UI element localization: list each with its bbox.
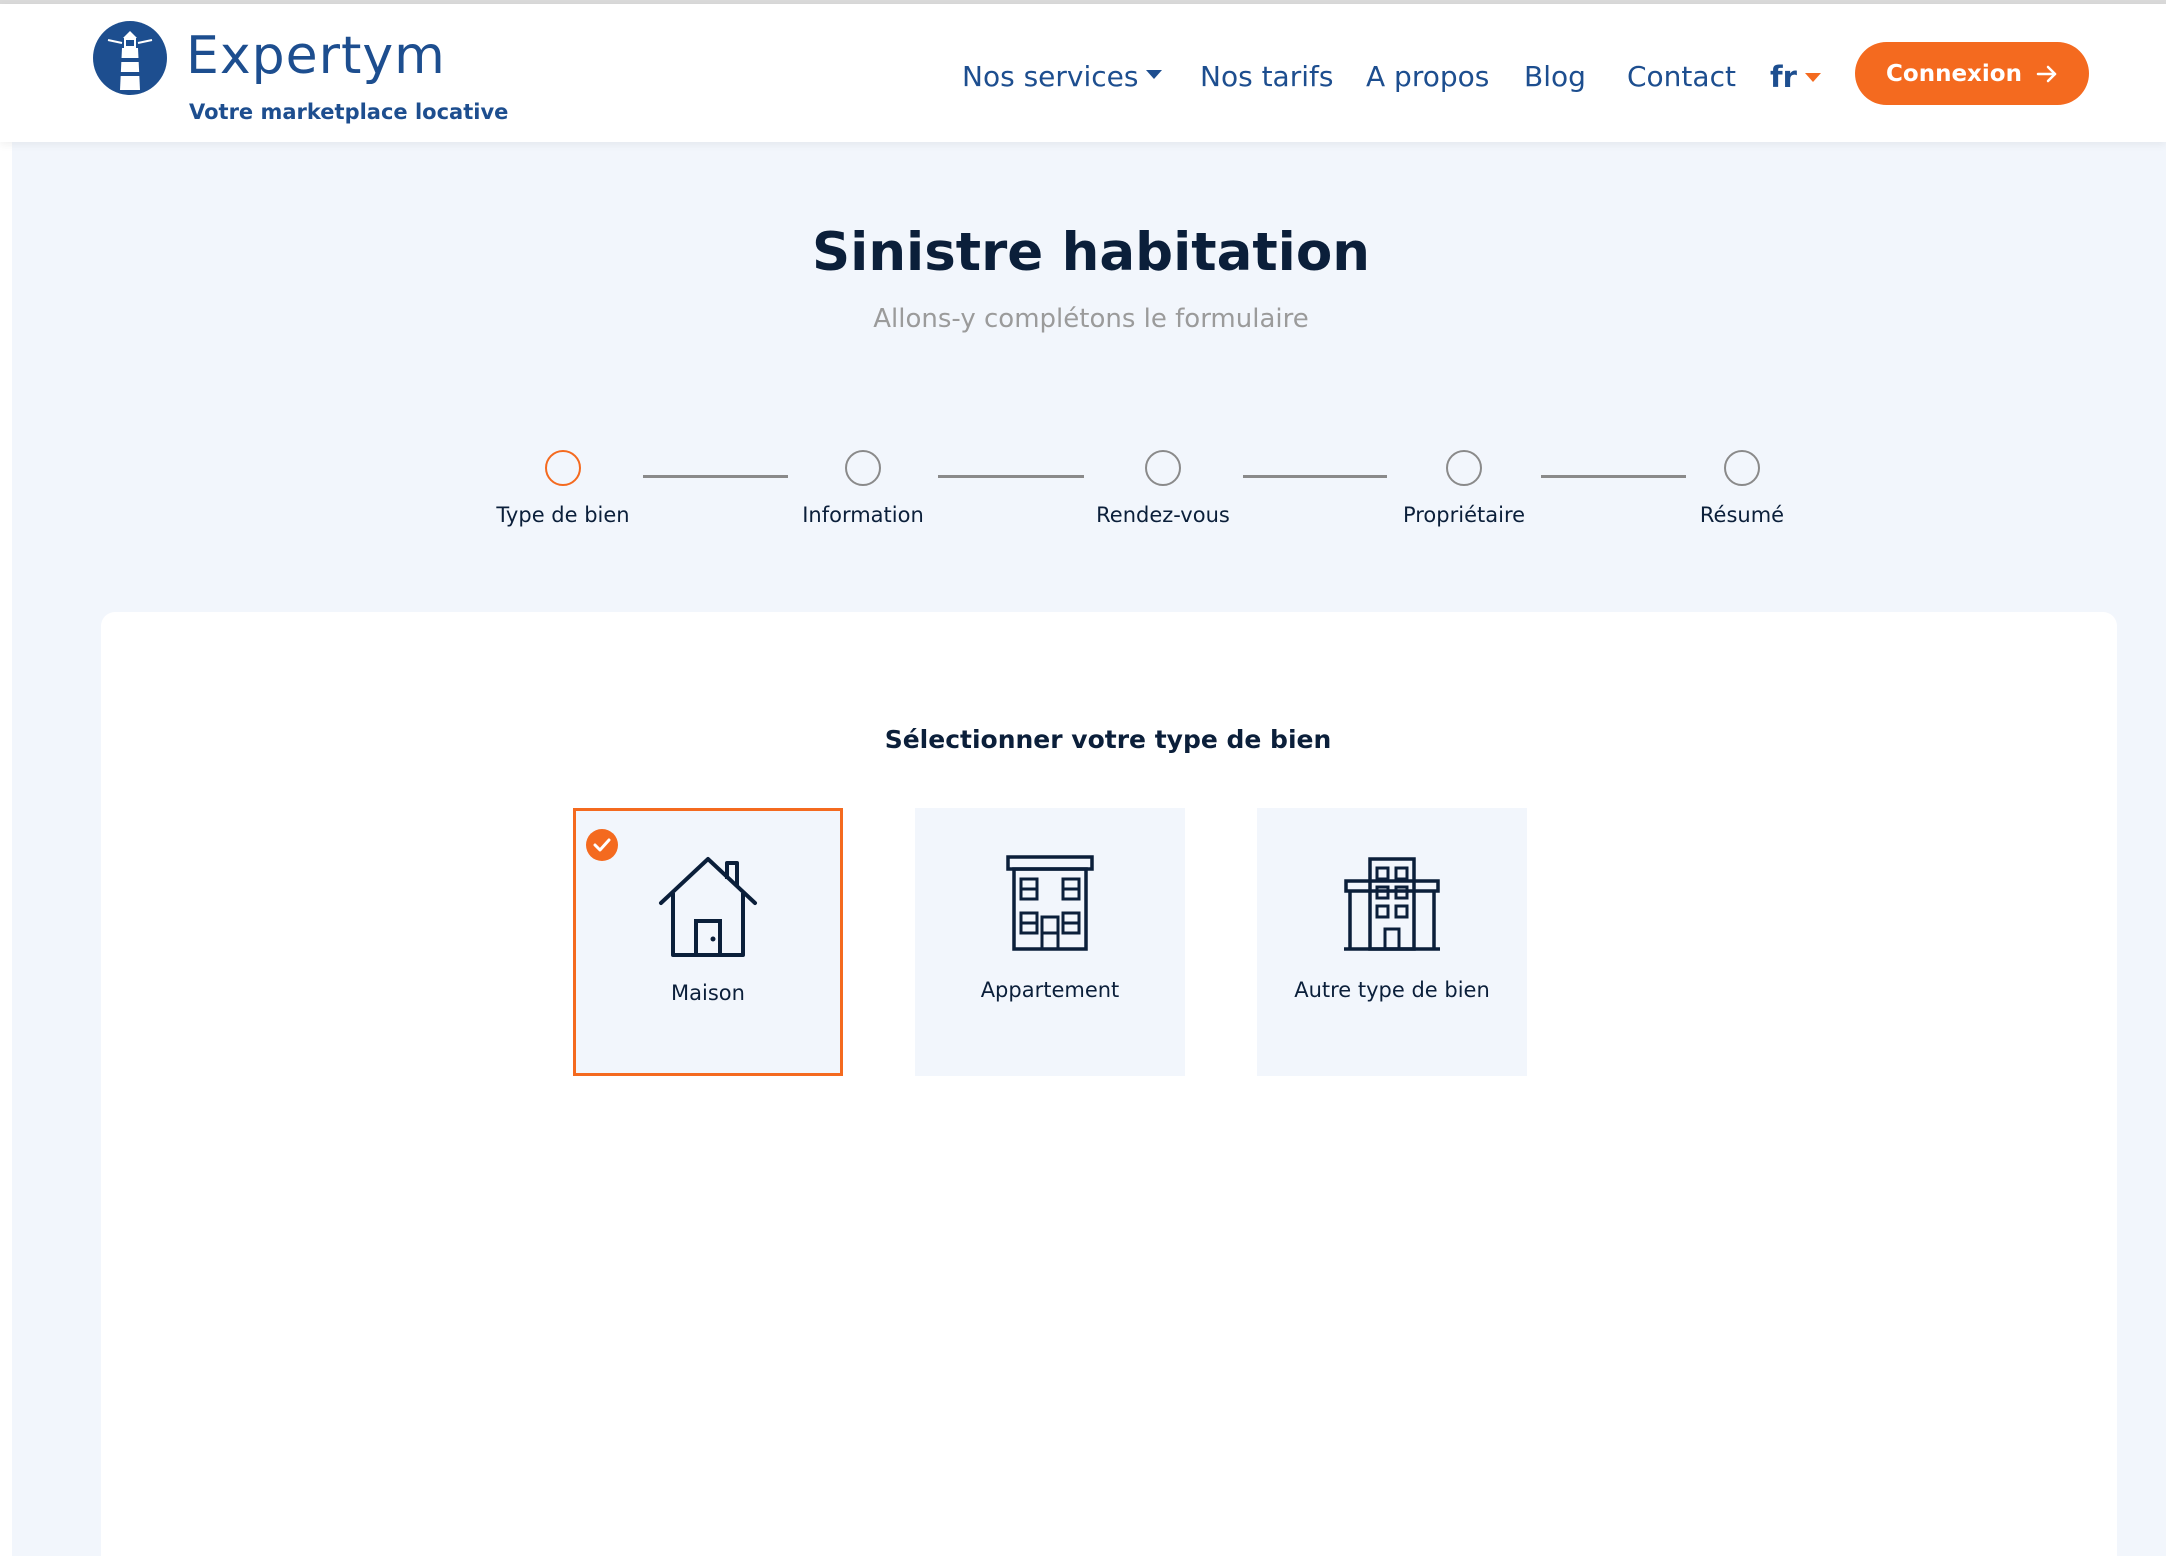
step-circle-information[interactable] <box>845 450 881 486</box>
checkmark-icon <box>586 829 618 861</box>
office-building-icon <box>1344 857 1440 951</box>
nav-blog[interactable]: Blog <box>1524 60 1586 93</box>
step-circle-type-de-bien[interactable] <box>545 450 581 486</box>
nav-tarifs[interactable]: Nos tarifs <box>1200 60 1333 93</box>
property-option-label: Maison <box>671 981 745 1005</box>
property-option-appartement[interactable]: Appartement <box>915 808 1185 1076</box>
nav-services-label: Nos services <box>962 60 1139 93</box>
nav-services[interactable]: Nos services <box>962 60 1163 93</box>
step-label-proprietaire: Propriétaire <box>1402 503 1526 527</box>
language-selector[interactable]: fr <box>1770 60 1821 94</box>
property-option-maison[interactable]: Maison <box>573 808 843 1076</box>
step-circle-rendez-vous[interactable] <box>1145 450 1181 486</box>
lighthouse-logo-icon[interactable] <box>92 20 168 96</box>
property-option-autre[interactable]: Autre type de bien <box>1257 808 1527 1076</box>
property-option-label: Appartement <box>980 978 1120 1002</box>
step-circle-resume[interactable] <box>1724 450 1760 486</box>
step-label-rendez-vous: Rendez-vous <box>1096 503 1230 527</box>
page-title: Sinistre habitation <box>811 222 1370 283</box>
page-subtitle: Allons-y complétons le formulaire <box>873 304 1309 334</box>
apartment-building-icon <box>1006 855 1094 951</box>
language-label: fr <box>1770 60 1797 94</box>
brand-tagline: Votre marketplace locative <box>189 100 509 124</box>
site-header: Expertym Votre marketplace locative Nos … <box>0 4 2166 142</box>
arrow-right-icon <box>2036 65 2057 82</box>
property-option-label: Autre type de bien <box>1294 978 1490 1002</box>
login-button[interactable]: Connexion <box>1855 42 2089 105</box>
step-label-resume: Résumé <box>1699 503 1785 527</box>
brand-name[interactable]: Expertym <box>186 26 446 86</box>
property-type-question: Sélectionner votre type de bien <box>884 725 1332 754</box>
step-connector <box>1541 475 1686 478</box>
nav-contact[interactable]: Contact <box>1627 60 1736 93</box>
step-connector <box>643 475 788 478</box>
step-circle-proprietaire[interactable] <box>1446 450 1482 486</box>
step-connector <box>1243 475 1387 478</box>
step-connector <box>938 475 1084 478</box>
step-label-type-de-bien: Type de bien <box>496 503 630 527</box>
login-button-label: Connexion <box>1886 60 2022 87</box>
house-icon <box>659 857 757 957</box>
step-label-information: Information <box>802 503 924 527</box>
chevron-down-icon <box>1804 72 1821 82</box>
chevron-down-icon <box>1146 69 1163 79</box>
nav-a-propos[interactable]: A propos <box>1366 60 1489 93</box>
